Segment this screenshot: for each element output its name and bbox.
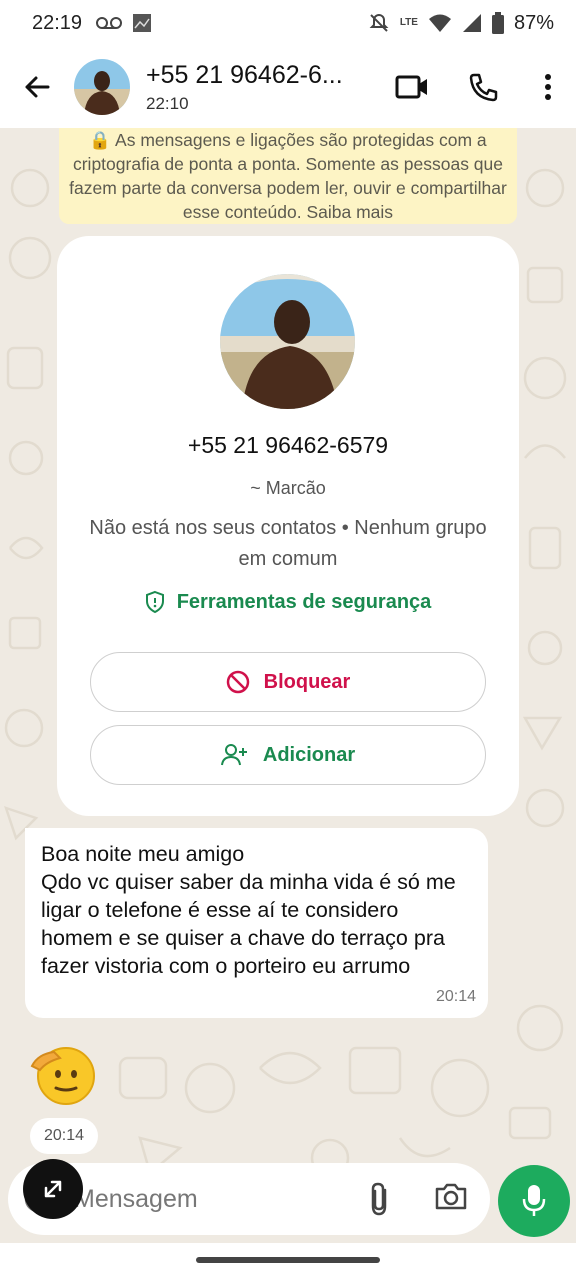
message-time: 20:14 [435,988,476,1005]
floating-swap-button[interactable] [23,1159,83,1219]
saluting-face-emoji[interactable] [30,1040,98,1108]
battery-percent: 87% [513,11,554,34]
wifi-icon [428,14,451,32]
add-contact-label: Adicionar [262,743,356,766]
message-text: Boa noite meu amigo Qdo vc quiser saber … [41,842,456,978]
voice-call-button[interactable] [448,57,520,117]
safety-tools-link[interactable]: Ferramentas de segurança [57,590,519,614]
last-seen: 22:10 [146,93,189,113]
phone-icon [469,73,498,102]
contact-avatar[interactable] [74,59,130,115]
status-time: 22:19 [32,11,83,34]
lte-badge: LTE [399,17,418,28]
shield-icon [145,590,164,614]
voicemail-icon [96,17,123,29]
incoming-message[interactable]: Boa noite meu amigo Qdo vc quiser saber … [25,828,488,1018]
microphone-icon [522,1185,546,1216]
video-call-button[interactable] [376,57,448,117]
mute-icon [369,13,389,32]
add-person-icon [220,744,247,766]
voice-message-button[interactable] [498,1165,570,1237]
attach-button[interactable] [366,1181,392,1222]
sticker-time: 20:14 [30,1118,98,1154]
profile-photo[interactable] [220,274,355,409]
safety-tools-label: Ferramentas de segurança [176,590,432,613]
card-nickname: ~ Marcão [250,478,326,498]
message-input[interactable]: Mensagem [74,1185,198,1214]
block-button[interactable]: Bloquear [90,652,486,712]
add-contact-button[interactable]: Adicionar [90,725,486,785]
swap-arrows-icon [44,1180,62,1198]
contact-title[interactable]: +55 21 96462-6... 22:10 [146,61,361,114]
camera-button[interactable] [434,1181,468,1216]
image-notification-icon [133,14,152,32]
contact-name: +55 21 96462-6... [146,60,343,89]
more-options-button[interactable] [520,57,576,117]
status-bar: 22:19 LTE 87% [0,0,576,46]
encryption-notice[interactable]: 🔒 As mensagens e ligações são protegidas… [59,128,517,224]
system-nav-bar [0,1243,576,1280]
battery-icon [491,12,504,34]
block-icon [226,670,249,694]
chat-header: +55 21 96462-6... 22:10 [0,46,576,128]
back-button[interactable] [0,46,74,128]
paperclip-icon [371,1182,387,1216]
signal-icon [462,14,481,32]
more-vert-icon [545,74,551,100]
card-contact-status: Não está nos seus contatos • Nenhum grup… [89,517,487,570]
video-camera-icon [395,75,427,99]
home-gesture-handle[interactable] [196,1257,380,1263]
chat-area[interactable]: 🔒 As mensagens e ligações são protegidas… [0,128,576,1243]
camera-icon [435,1183,467,1210]
arrow-back-icon [25,76,50,98]
card-phone-number: +55 21 96462-6579 [187,432,389,458]
saluting-face-icon [30,1047,95,1105]
block-label: Bloquear [263,670,351,693]
contact-info-card: +55 21 96462-6579 ~ Marcão Não está nos … [57,236,519,816]
